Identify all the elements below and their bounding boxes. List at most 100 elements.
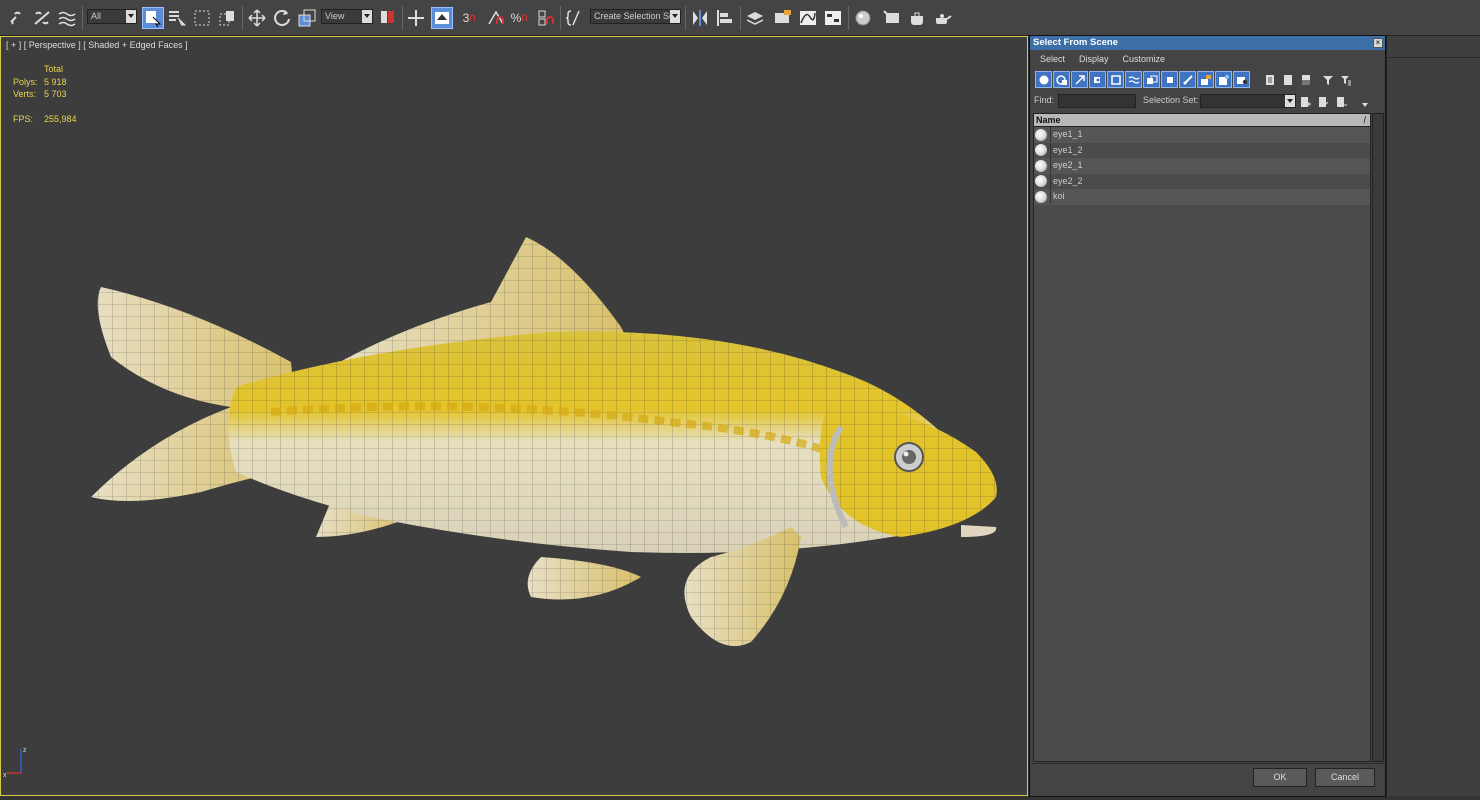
- list-item-label: koi: [1050, 189, 1065, 205]
- select-from-scene-dialog: Select From Scene × Select Display Custo…: [1029, 35, 1386, 797]
- geometry-object-icon: [1035, 144, 1047, 157]
- list-item[interactable]: eye2_2: [1034, 173, 1370, 190]
- cancel-button[interactable]: Cancel: [1315, 768, 1375, 787]
- align-icon[interactable]: [714, 7, 736, 29]
- selection-filter-value: All: [91, 11, 102, 21]
- display-helpers-icon[interactable]: [1107, 71, 1124, 88]
- options-chevron-down-icon[interactable]: [1356, 95, 1373, 112]
- stats-fps-label: FPS:: [13, 113, 34, 124]
- reference-coordinate-value: View: [325, 11, 345, 21]
- render-production-icon[interactable]: [932, 7, 954, 29]
- geometry-object-icon: [1035, 128, 1047, 141]
- layer-manager-icon[interactable]: [744, 7, 766, 29]
- perspective-viewport[interactable]: [ + ] [ Perspective ] [ Shaded + Edged F…: [0, 36, 1028, 796]
- display-hidden-icon[interactable]: [1233, 71, 1250, 88]
- command-panel: [1386, 36, 1480, 800]
- fish-eye: [894, 442, 924, 472]
- named-selection-dropdown[interactable]: Create Selection Se: [590, 9, 681, 24]
- menu-display[interactable]: Display: [1079, 51, 1109, 68]
- mirror-icon[interactable]: [689, 7, 711, 29]
- dialog-title[interactable]: Select From Scene: [1030, 36, 1385, 50]
- scene-object-list[interactable]: Name / eye1_1 eye1_2 eye2_1 eye2_2 koi: [1033, 113, 1371, 762]
- display-shapes-icon[interactable]: [1053, 71, 1070, 88]
- rotate-icon[interactable]: [271, 7, 293, 29]
- select-manipulate-icon[interactable]: [405, 7, 427, 29]
- find-row: Find: Selection Set:: [1030, 93, 1385, 110]
- geometry-object-icon: [1035, 190, 1047, 203]
- display-xrefs-icon[interactable]: [1161, 71, 1178, 88]
- display-containers-icon[interactable]: [1197, 71, 1214, 88]
- geometry-object-icon: [1035, 175, 1047, 188]
- dialog-menu-bar: Select Display Customize: [1030, 51, 1385, 68]
- bind-space-warp-icon[interactable]: [56, 7, 78, 29]
- scene-explorer-icon[interactable]: [772, 7, 794, 29]
- list-scrollbar[interactable]: [1372, 113, 1384, 762]
- axis-x-label: x: [3, 772, 7, 779]
- angle-snap-icon[interactable]: [485, 7, 507, 29]
- curve-editor-icon[interactable]: [797, 7, 819, 29]
- unlink-icon[interactable]: [31, 7, 53, 29]
- filter-options-icon[interactable]: [1337, 71, 1354, 88]
- find-input[interactable]: [1058, 94, 1136, 108]
- remove-from-selection-set-icon[interactable]: [1332, 93, 1349, 110]
- create-selection-set-icon[interactable]: [1296, 93, 1313, 110]
- close-button[interactable]: ×: [1373, 38, 1383, 48]
- select-invert-icon[interactable]: [1297, 71, 1314, 88]
- list-item-label: eye2_1: [1050, 158, 1083, 174]
- display-lights-icon[interactable]: [1071, 71, 1088, 88]
- stats-polys-label: Polys:: [13, 76, 38, 87]
- render-setup-icon[interactable]: [881, 7, 903, 29]
- display-bones-icon[interactable]: [1179, 71, 1196, 88]
- display-groups-icon[interactable]: [1143, 71, 1160, 88]
- ok-button[interactable]: OK: [1253, 768, 1307, 787]
- list-item[interactable]: eye1_1: [1034, 127, 1370, 143]
- named-selection-value: Create Selection Se: [594, 11, 675, 21]
- selection-filter-dropdown[interactable]: All: [87, 9, 137, 24]
- list-item[interactable]: koi: [1034, 189, 1370, 205]
- koi-fish-model[interactable]: [71, 197, 1011, 667]
- menu-customize[interactable]: Customize: [1123, 51, 1166, 68]
- edit-named-selection-icon[interactable]: [564, 7, 586, 29]
- display-frozen-icon[interactable]: [1215, 71, 1232, 88]
- filter-icon[interactable]: [1319, 71, 1336, 88]
- spinner-snap-icon[interactable]: [535, 7, 557, 29]
- scale-icon[interactable]: [296, 7, 318, 29]
- menu-select[interactable]: Select: [1040, 51, 1065, 68]
- rendered-frame-window-icon[interactable]: [906, 7, 928, 29]
- rectangular-selection-icon[interactable]: [191, 7, 213, 29]
- dialog-footer: OK Cancel: [1031, 763, 1384, 795]
- stats-polys-value: 5 918: [44, 76, 67, 87]
- viewport-label[interactable]: [ + ] [ Perspective ] [ Shaded + Edged F…: [6, 40, 188, 50]
- list-item[interactable]: eye2_1: [1034, 158, 1370, 174]
- move-icon[interactable]: [246, 7, 268, 29]
- window-crossing-icon[interactable]: [216, 7, 238, 29]
- schematic-view-icon[interactable]: [822, 7, 844, 29]
- reference-coordinate-dropdown[interactable]: View: [321, 9, 373, 24]
- sort-indicator: /: [1363, 115, 1366, 125]
- display-cameras-icon[interactable]: [1089, 71, 1106, 88]
- percent-snap-icon[interactable]: %: [510, 7, 532, 29]
- toolbar-separator: [560, 6, 561, 30]
- pivot-center-icon[interactable]: [377, 7, 399, 29]
- axis-z-label: z: [23, 747, 27, 754]
- select-none-icon[interactable]: [1279, 71, 1296, 88]
- column-header-name[interactable]: Name /: [1034, 114, 1370, 127]
- snaps-toggle-icon[interactable]: 3: [460, 7, 482, 29]
- list-item-label: eye1_1: [1050, 127, 1083, 143]
- stats-verts-label: Verts:: [13, 89, 37, 99]
- display-space-warps-icon[interactable]: [1125, 71, 1142, 88]
- keyboard-shortcut-override-icon[interactable]: [431, 7, 453, 29]
- add-to-selection-set-icon[interactable]: [1314, 93, 1331, 110]
- select-object-icon[interactable]: [142, 7, 164, 29]
- material-editor-icon[interactable]: [852, 7, 874, 29]
- stats-verts-value: 5 703: [44, 89, 67, 99]
- selection-set-label: Selection Set:: [1143, 95, 1199, 105]
- select-by-name-icon[interactable]: [166, 7, 188, 29]
- display-geometry-icon[interactable]: [1035, 71, 1052, 88]
- toolbar-separator: [740, 6, 741, 30]
- selection-set-dropdown[interactable]: [1200, 94, 1296, 108]
- select-and-link-icon[interactable]: [6, 7, 28, 29]
- select-all-icon[interactable]: [1261, 71, 1278, 88]
- list-item[interactable]: eye1_2: [1034, 142, 1370, 159]
- stats-total-label: Total: [44, 64, 64, 74]
